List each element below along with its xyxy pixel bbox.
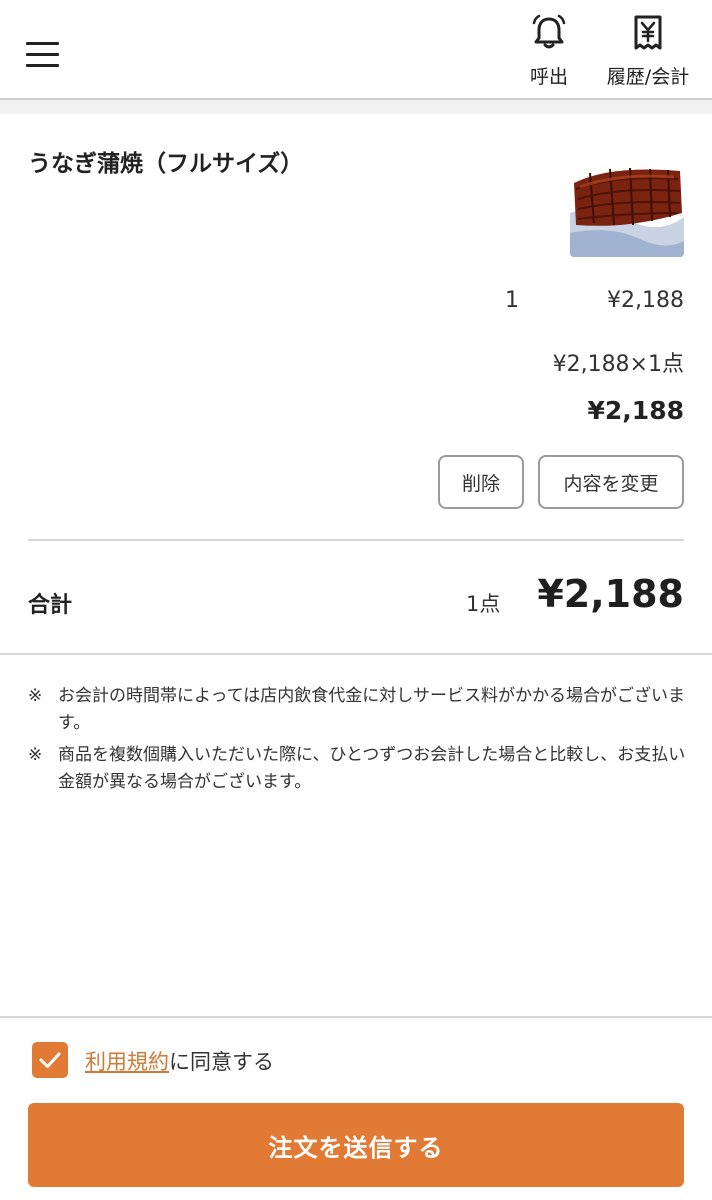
item-quantity: 1: [505, 288, 519, 313]
app-header: 呼出 履歴/会計: [0, 0, 712, 100]
history-checkout-button[interactable]: 履歴/会計: [596, 14, 700, 89]
receipt-yen-icon: [634, 15, 662, 50]
delete-button[interactable]: 削除: [438, 455, 524, 509]
item-price-calculation: ¥2,188×1点: [552, 352, 684, 377]
total-label: 合計: [28, 593, 73, 618]
total-count: 1点: [466, 592, 501, 616]
divider: [0, 653, 712, 655]
item-subtotal: ¥2,188: [587, 396, 684, 425]
call-label: 呼出: [529, 66, 568, 88]
agree-text: に同意する: [169, 1050, 274, 1074]
terms-link[interactable]: 利用規約: [85, 1050, 169, 1074]
call-staff-button[interactable]: 呼出: [519, 14, 579, 89]
terms-agree-checkbox[interactable]: [32, 1042, 68, 1078]
header-separator: [0, 100, 712, 114]
checkmark-icon: [39, 1052, 61, 1068]
note-text: お会計の時間帯によっては店内飲食代金に対しサービス料がかかる場合がございます。: [58, 686, 685, 733]
item-name: うなぎ蒲焼（フルサイズ）: [28, 151, 304, 177]
divider: [28, 539, 684, 541]
change-contents-button[interactable]: 内容を変更: [538, 455, 684, 509]
note-text: 商品を複数個購入いただいた際に、ひとつずつお会計した場合と比較し、お支払い金額が…: [58, 745, 686, 792]
service-charge-note: ※ お会計の時間帯によっては店内飲食代金に対しサービス料がかかる場合がございます…: [28, 683, 688, 737]
item-unit-price: ¥2,188: [607, 288, 684, 313]
history-label: 履歴/会計: [606, 66, 690, 88]
bell-icon: [532, 14, 566, 49]
terms-agreement: 利用規約に同意する: [85, 1046, 274, 1076]
menu-icon[interactable]: [26, 42, 60, 70]
submit-order-button[interactable]: 注文を送信する: [28, 1103, 684, 1187]
grilled-eel-photo: [570, 143, 684, 257]
note-mark: ※: [28, 686, 43, 706]
price-difference-note: ※ 商品を複数個購入いただいた際に、ひとつずつお会計した場合と比較し、お支払い金…: [28, 742, 688, 796]
divider: [0, 1016, 712, 1018]
note-mark: ※: [28, 745, 43, 765]
total-amount: ¥2,188: [537, 572, 684, 616]
